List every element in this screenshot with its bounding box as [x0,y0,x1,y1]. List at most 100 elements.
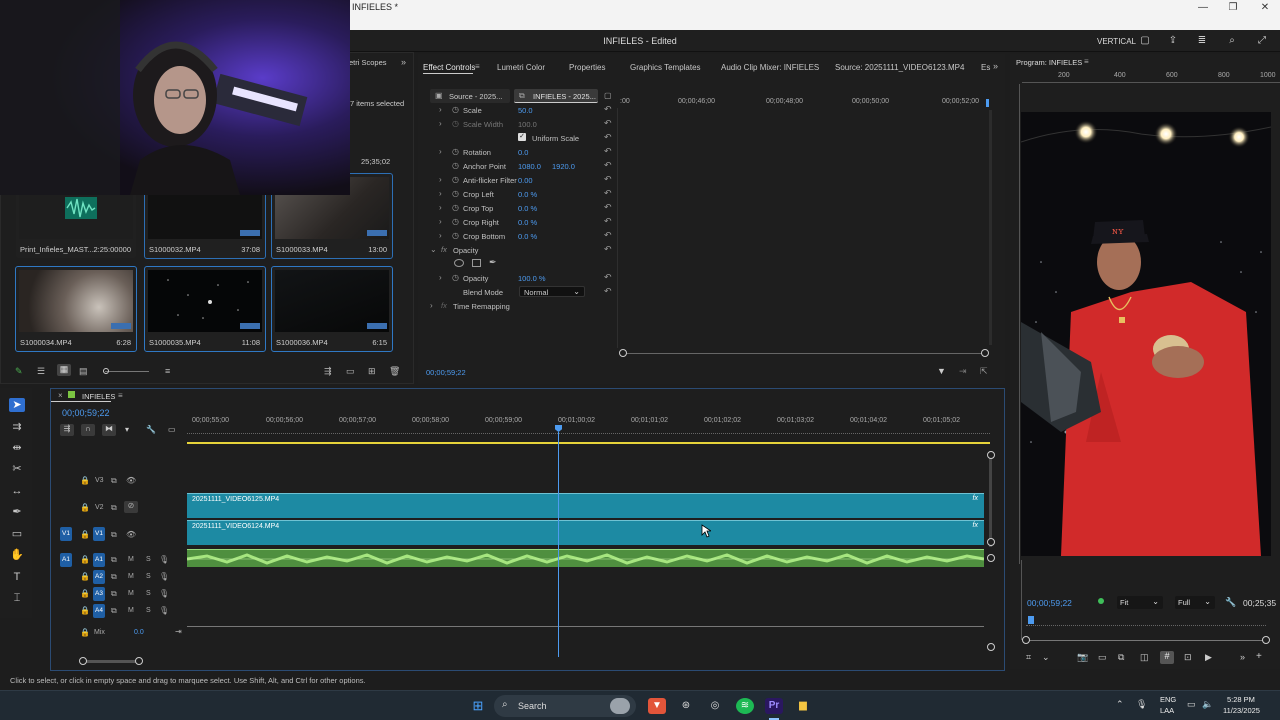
captions-icon[interactable]: ▭ [168,425,176,434]
expand-chevron-icon[interactable]: › [439,189,442,198]
track-label-v1[interactable]: V1 [93,527,105,541]
filter-icon[interactable]: ▼ [937,366,946,376]
ripple-edit-tool-icon[interactable]: ⇹ [9,441,25,455]
workspaces-icon[interactable]: ≣ [1195,35,1209,47]
reset-icon[interactable]: ↶ [604,146,612,157]
spotify-icon[interactable]: ≋ [736,698,754,714]
reset-icon[interactable]: ↶ [604,230,612,241]
program-timecode[interactable]: 00;00;59;22 [1027,598,1072,608]
rectangle-mask-icon[interactable] [472,259,481,267]
microphone-tray-icon[interactable]: 🎙 [1136,699,1147,710]
mute-button[interactable]: M [128,607,134,614]
timeline-timecode[interactable]: 00;00;59;22 [62,408,110,418]
project-item[interactable]: S1000036.MP4 6:15 [271,266,393,352]
zoom-handle-right[interactable] [135,657,143,665]
stopwatch-icon[interactable]: ◷ [452,189,459,198]
stopwatch-icon[interactable]: ◷ [452,231,459,240]
source-patch-a1[interactable]: A1 [60,553,72,567]
eye-icon[interactable]: 👁 [126,476,136,485]
sort-icon[interactable]: ≡ [165,366,170,376]
video-clip-v2[interactable]: 20251111_VIDEO6125.MP4 fx [187,493,984,518]
reset-icon[interactable]: ↶ [604,174,612,185]
scroll-handle[interactable] [987,451,995,459]
reset-icon[interactable]: ↶ [604,104,612,115]
panel-tab-scopes[interactable]: etri Scopes [349,58,387,67]
rectangle-tool-icon[interactable]: ▭ [9,527,25,541]
windows-start-icon[interactable]: ⊞ [469,698,487,714]
program-zoom-bar[interactable] [1026,640,1267,641]
trash-icon[interactable]: 🗑 [389,366,400,377]
solo-button[interactable]: S [146,607,151,614]
microphone-icon[interactable]: 🎙 [159,555,169,564]
lock-icon[interactable]: 🔒 [80,606,90,615]
safe-margins-icon[interactable]: ▭ [1098,652,1107,663]
sync-lock-icon[interactable]: ⧉ [111,530,117,540]
panel-menu-icon[interactable]: ≡ [118,391,123,400]
value-crop-top[interactable]: 0.0 % [518,204,537,213]
mix-arrows-icon[interactable]: ⇥ [175,627,182,636]
lock-icon[interactable]: 🔒 [80,530,90,539]
premiere-pro-icon[interactable]: Pr [765,698,783,714]
video-tracks-scrollbar[interactable] [989,451,992,547]
program-zoom-handle-left[interactable] [1022,636,1030,644]
multicam-icon[interactable]: ⧉ [1118,652,1124,663]
add-button-icon[interactable]: + [1256,651,1262,662]
stopwatch-icon[interactable]: ◷ [452,217,459,226]
reset-icon[interactable]: ↶ [604,118,612,129]
compare-view-icon[interactable]: ◫ [1140,652,1149,663]
marker-settings-icon[interactable]: ⌗ [1026,652,1031,663]
fit-select[interactable]: Fit ⌄ [1117,596,1163,609]
stopwatch-icon[interactable]: ◷ [452,105,459,114]
reset-icon[interactable]: ↶ [604,188,612,199]
program-time-ruler[interactable] [1026,618,1266,626]
video-clip-v1[interactable]: 20251111_VIDEO6124.MP4 fx [187,520,984,545]
list-view-icon[interactable]: ☰ [37,366,45,377]
tab-effect-controls[interactable]: Effect Controls [423,63,475,72]
tab-lumetri-color[interactable]: Lumetri Color [497,63,545,72]
work-area-bar[interactable] [187,442,990,444]
workspace-label[interactable]: VERTICAL [1097,37,1136,46]
ec-vertical-scrollbar[interactable] [989,110,992,345]
selection-tool-icon[interactable]: ➤ [9,398,25,412]
more-panels-icon[interactable]: » [401,57,406,67]
stopwatch-icon[interactable]: ◷ [452,273,459,282]
new-bin-icon[interactable]: ▭ [346,366,355,377]
tab-audio-clip-mixer[interactable]: Audio Clip Mixer: INFIELES [721,63,819,72]
fx-icon[interactable]: fx [441,245,447,254]
pencil-icon[interactable]: ✎ [15,366,23,377]
stopwatch-icon[interactable]: ◷ [452,203,459,212]
expand-chevron-icon[interactable]: › [439,231,442,240]
sync-lock-icon[interactable]: ⧉ [111,589,117,599]
hand-tool-icon[interactable]: ✋ [9,548,25,562]
tab-source[interactable]: Source: 20251111_VIDEO6123.MP4 [835,63,964,72]
program-monitor-title[interactable]: Program: INFIELES [1016,58,1082,67]
zoom-handle[interactable] [103,368,109,374]
value-crop-bottom[interactable]: 0.0 % [518,232,537,241]
pen-mask-icon[interactable]: ✒ [489,257,497,268]
audio-clip-a1[interactable] [187,549,984,567]
value-rotation[interactable]: 0.0 [518,148,528,157]
lock-icon[interactable]: 🔒 [80,628,90,637]
solo-button[interactable]: S [146,556,151,563]
expand-chevron-icon[interactable]: › [439,105,442,114]
network-icon[interactable]: ▭ [1187,699,1196,710]
nest-icon[interactable]: ⇶ [60,424,74,436]
razor-tool-icon[interactable]: ✂ [9,462,25,476]
zoom-slider[interactable] [105,371,149,372]
type-tool-icon[interactable]: T [9,570,25,584]
lock-icon[interactable]: 🔒 [80,503,90,512]
playhead-line[interactable] [558,432,559,657]
microphone-icon[interactable]: 🎙 [159,589,169,598]
keyboard-layout-label[interactable]: LAA [1160,706,1174,715]
microphone-icon[interactable]: 🎙 [159,572,169,581]
wrench-icon[interactable]: 🔧 [1225,597,1236,608]
uniform-scale-checkbox[interactable]: ✓ [518,133,526,141]
lock-icon[interactable]: 🔒 [80,476,90,485]
reset-icon[interactable]: ↶ [604,160,612,171]
stopwatch-icon[interactable]: ◷ [452,147,459,156]
new-item-icon[interactable]: ⊞ [368,366,376,377]
quality-select[interactable]: Full ⌄ [1175,596,1215,609]
slip-tool-icon[interactable]: ↔ [9,484,25,498]
fullscreen-icon[interactable]: ⤢ [1255,35,1269,47]
grid-icon[interactable]: # [1160,651,1174,664]
